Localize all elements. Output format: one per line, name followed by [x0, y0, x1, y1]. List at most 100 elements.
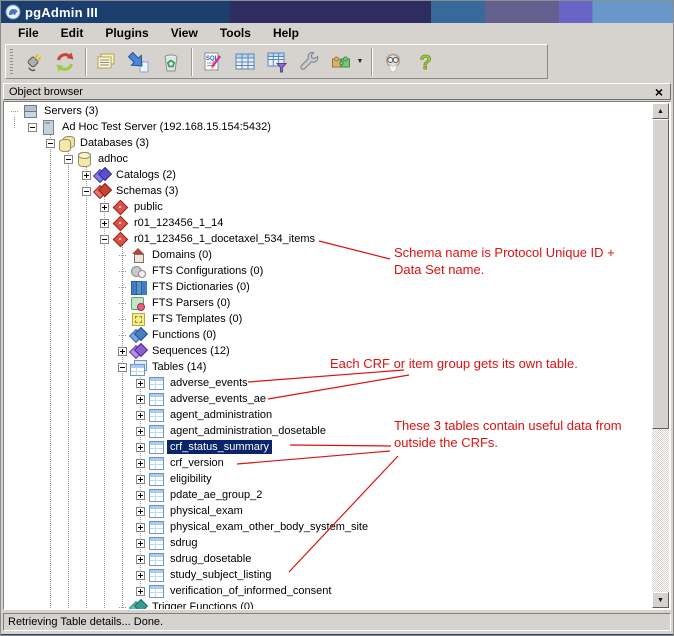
plugins-dropdown-arrow-icon[interactable]: ▼ [355, 58, 365, 65]
tree-item-fts-dictionaries-0[interactable]: FTS Dictionaries (0) [5, 279, 652, 295]
tree-item-label[interactable]: Tables (14) [149, 360, 209, 374]
expand-icon[interactable] [136, 379, 145, 388]
tree-item-r01-123456-1-docetaxel-534-items[interactable]: r01_123456_1_docetaxel_534_items [5, 231, 652, 247]
tree-item-label[interactable]: r01_123456_1_docetaxel_534_items [131, 232, 318, 246]
tree-item-label[interactable]: adverse_events_ae [167, 392, 269, 406]
toolbar-refresh-button[interactable] [50, 48, 80, 76]
databases-icon[interactable] [58, 136, 74, 150]
fts-parser-icon[interactable] [130, 296, 146, 310]
toolbar-maintenance-button[interactable] [294, 48, 324, 76]
tree-item-tables-14[interactable]: Tables (14) [5, 359, 652, 375]
scrollbar-thumb[interactable] [652, 119, 669, 429]
table-icon[interactable] [148, 472, 164, 486]
collapse-icon[interactable] [28, 123, 37, 132]
tree-item-ad-hoc-test-server-192-168-15-154-5432[interactable]: Ad Hoc Test Server (192.168.15.154:5432) [5, 119, 652, 135]
table-icon[interactable] [148, 376, 164, 390]
tree-item-label[interactable]: physical_exam_other_body_system_site [167, 520, 371, 534]
fts-dict-icon[interactable] [130, 280, 146, 294]
expand-icon[interactable] [136, 443, 145, 452]
tree-item-label[interactable]: eligibility [167, 472, 215, 486]
menu-view[interactable]: View [160, 24, 209, 43]
tree-item-functions-0[interactable]: Functions (0) [5, 327, 652, 343]
menu-help[interactable]: Help [262, 24, 310, 43]
table-icon[interactable] [148, 504, 164, 518]
schema-icon[interactable] [112, 232, 128, 246]
collapse-icon[interactable] [64, 155, 73, 164]
table-icon[interactable] [148, 520, 164, 534]
menu-edit[interactable]: Edit [50, 24, 95, 43]
collapse-icon[interactable] [100, 235, 109, 244]
tree-item-sdrug[interactable]: sdrug [5, 535, 652, 551]
tree-item-label[interactable]: crf_version [167, 456, 227, 470]
toolbar-view-data-button[interactable] [230, 48, 260, 76]
tree-item-label[interactable]: FTS Configurations (0) [149, 264, 266, 278]
fts-template-icon[interactable] [130, 312, 146, 326]
expand-icon[interactable] [100, 219, 109, 228]
vertical-scrollbar[interactable]: ▲ ▼ [652, 103, 669, 608]
table-icon[interactable] [148, 408, 164, 422]
tree-item-schemas-3[interactable]: Schemas (3) [5, 183, 652, 199]
tree-item-pdate-ae-group-2[interactable]: pdate_ae_group_2 [5, 487, 652, 503]
tree-item-label[interactable]: pdate_ae_group_2 [167, 488, 265, 502]
trigger-icon[interactable] [130, 600, 146, 609]
tree-item-label[interactable]: FTS Templates (0) [149, 312, 245, 326]
database-icon[interactable] [76, 152, 92, 166]
table-icon[interactable] [148, 456, 164, 470]
expand-icon[interactable] [118, 347, 127, 356]
tree-item-public[interactable]: public [5, 199, 652, 215]
schema-icon[interactable] [112, 216, 128, 230]
tree-item-label[interactable]: sdrug_dosetable [167, 552, 254, 566]
tree-item-crf-status-summary[interactable]: crf_status_summary [5, 439, 652, 455]
tree-item-servers-3[interactable]: Servers (3) [5, 103, 652, 119]
menu-plugins[interactable]: Plugins [94, 24, 159, 43]
toolbar-connect-button[interactable] [18, 48, 48, 76]
toolbar-properties-button[interactable] [92, 48, 122, 76]
tree-item-r01-123456-1-14[interactable]: r01_123456_1_14 [5, 215, 652, 231]
toolbar-drop-button[interactable] [156, 48, 186, 76]
collapse-icon[interactable] [82, 187, 91, 196]
collapse-icon[interactable] [46, 139, 55, 148]
expand-icon[interactable] [136, 459, 145, 468]
tree-item-sequences-12[interactable]: Sequences (12) [5, 343, 652, 359]
servers-icon[interactable] [22, 104, 38, 118]
tree-item-fts-configurations-0[interactable]: FTS Configurations (0) [5, 263, 652, 279]
toolbar-create-button[interactable] [124, 48, 154, 76]
tables-icon[interactable] [130, 360, 146, 374]
expand-icon[interactable] [136, 491, 145, 500]
sequence-icon[interactable] [130, 344, 146, 358]
expand-icon[interactable] [136, 507, 145, 516]
expand-icon[interactable] [100, 203, 109, 212]
tree-item-agent-administration[interactable]: agent_administration [5, 407, 652, 423]
tree-item-label[interactable]: Schemas (3) [113, 184, 181, 198]
toolbar-guru-hints-button[interactable] [378, 48, 408, 76]
tree-item-label[interactable]: r01_123456_1_14 [131, 216, 226, 230]
schemas-icon[interactable] [94, 184, 110, 198]
tree-item-physical-exam-other-body-system-site[interactable]: physical_exam_other_body_system_site [5, 519, 652, 535]
tree-item-label[interactable]: Domains (0) [149, 248, 215, 262]
tree-item-domains-0[interactable]: Domains (0) [5, 247, 652, 263]
tree-item-crf-version[interactable]: crf_version [5, 455, 652, 471]
table-icon[interactable] [148, 440, 164, 454]
table-icon[interactable] [148, 584, 164, 598]
expand-icon[interactable] [136, 475, 145, 484]
table-icon[interactable] [148, 392, 164, 406]
toolbar-help-button[interactable]: ? [410, 48, 440, 76]
expand-icon[interactable] [136, 411, 145, 420]
tree-item-fts-templates-0[interactable]: FTS Templates (0) [5, 311, 652, 327]
tree-item-label[interactable]: adhoc [95, 152, 131, 166]
close-icon[interactable]: × [653, 86, 665, 98]
table-icon[interactable] [148, 424, 164, 438]
menu-tools[interactable]: Tools [209, 24, 262, 43]
table-icon[interactable] [148, 488, 164, 502]
tree-item-adverse-events-ae[interactable]: adverse_events_ae [5, 391, 652, 407]
server-icon[interactable] [40, 120, 56, 134]
tree-item-label[interactable]: Ad Hoc Test Server (192.168.15.154:5432) [59, 120, 274, 134]
expand-icon[interactable] [136, 587, 145, 596]
tree-item-physical-exam[interactable]: physical_exam [5, 503, 652, 519]
catalogs-icon[interactable] [94, 168, 110, 182]
table-icon[interactable] [148, 536, 164, 550]
tree-item-label[interactable]: adverse_events [167, 376, 251, 390]
tree-item-fts-parsers-0[interactable]: FTS Parsers (0) [5, 295, 652, 311]
tree-item-adverse-events[interactable]: adverse_events [5, 375, 652, 391]
expand-icon[interactable] [136, 427, 145, 436]
